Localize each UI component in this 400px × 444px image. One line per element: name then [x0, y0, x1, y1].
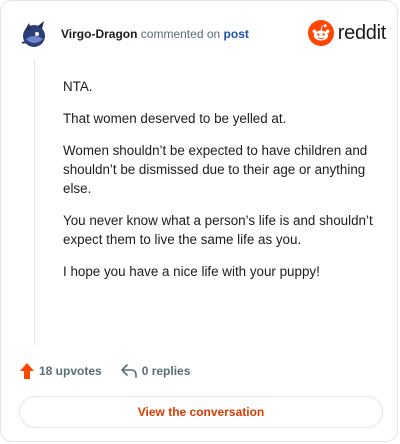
comment-body: NTA. That women deserved to be yelled at… — [63, 77, 373, 294]
reply-arrow-icon — [120, 364, 137, 378]
username-link[interactable]: Virgo-Dragon — [61, 27, 137, 41]
reddit-snoo-icon — [307, 20, 334, 46]
dragon-avatar-icon[interactable] — [16, 17, 50, 51]
reply-count: 0 replies — [141, 364, 191, 378]
comment-paragraph: NTA. — [63, 79, 93, 94]
upvote-count: 18 upvotes — [39, 364, 102, 378]
comment-actions: 18 upvotes 0 replies — [19, 361, 208, 381]
comment-attribution: Virgo-Dragon commented on post — [61, 27, 249, 41]
reply-button[interactable]: 0 replies — [120, 363, 191, 379]
upvote-arrow-icon — [20, 363, 34, 379]
view-conversation-button[interactable]: View the conversation — [19, 396, 383, 428]
comment-paragraph: You never know what a person’s life is a… — [63, 213, 373, 247]
reddit-logo-text: reddit — [337, 21, 387, 44]
post-link[interactable]: post — [224, 27, 249, 41]
attribution-text: commented on — [140, 27, 221, 41]
comment-paragraph: I hope you have a nice life with your pu… — [63, 264, 320, 279]
thread-line — [34, 59, 35, 345]
embedded-comment-card: Virgo-Dragon commented on post reddit NT… — [0, 0, 398, 442]
comment-header: Virgo-Dragon commented on post reddit — [16, 16, 386, 52]
comment-paragraph: That women deserved to be yelled at. — [63, 111, 287, 126]
comment-paragraph: Women shouldn’t be expected to have chil… — [63, 143, 368, 196]
upvote-button[interactable]: 18 upvotes — [19, 362, 102, 380]
reddit-logo[interactable]: reddit — [307, 20, 387, 46]
